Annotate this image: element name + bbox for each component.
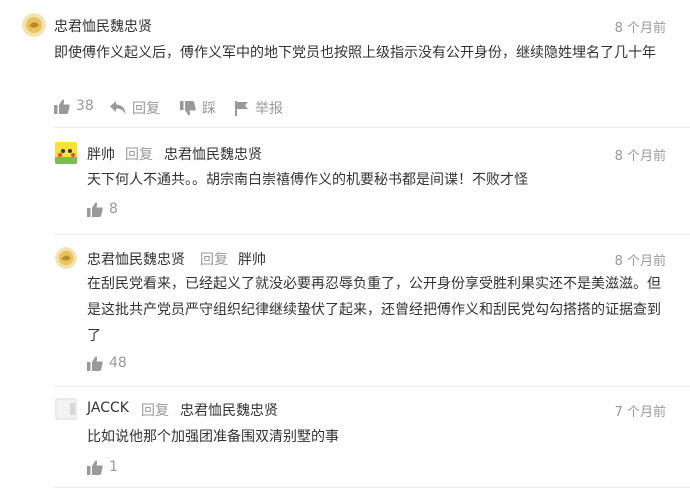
avatar[interactable]: [22, 13, 46, 37]
like-count: 48: [109, 355, 127, 371]
reply-to-username[interactable]: 忠君恤民魏忠贤: [180, 400, 278, 420]
like-button[interactable]: 8: [87, 201, 118, 217]
reply-arrow-icon: [110, 101, 132, 115]
thumbs-down-icon: [180, 100, 202, 116]
reply-text: 比如说他那个加强团准备围双清别墅的事: [87, 429, 339, 445]
reply-username[interactable]: 忠君恤民魏忠贤: [87, 249, 185, 269]
comment-time: 8 个月前: [614, 21, 666, 36]
report-button[interactable]: 举报: [235, 98, 283, 118]
like-button[interactable]: 1: [87, 459, 118, 475]
avatar[interactable]: [55, 398, 77, 420]
reply-text: 天下何人不通共。。胡宗南白崇禧傅作义的机要秘书都是间谍！不败才怪: [87, 172, 528, 188]
reply-label: 回复: [132, 101, 160, 117]
reply-word: 回复: [125, 147, 153, 163]
reply-username[interactable]: 胖帅: [87, 144, 115, 164]
reply-to-username[interactable]: 忠君恤民魏忠贤: [164, 144, 262, 164]
like-count: 1: [109, 459, 118, 475]
dislike-button[interactable]: 踩: [180, 98, 216, 118]
like-button[interactable]: 48: [87, 355, 127, 371]
thumbs-up-icon: [87, 202, 109, 217]
reply-time: 8 个月前: [614, 149, 666, 164]
reply-word: 回复: [200, 252, 228, 268]
flag-icon: [235, 100, 255, 116]
comment-username[interactable]: 忠君恤民魏忠贤: [54, 16, 152, 36]
reply-to-username[interactable]: 胖帅: [238, 249, 266, 269]
reply-button[interactable]: 回复: [110, 98, 160, 118]
like-count: 8: [109, 201, 118, 217]
thumbs-up-icon: [54, 99, 76, 114]
divider: [54, 386, 690, 387]
thumbs-up-icon: [87, 460, 109, 475]
reply-word: 回复: [141, 403, 169, 419]
reply-time: 7 个月前: [614, 405, 666, 420]
like-button[interactable]: 38: [54, 98, 94, 114]
dislike-label: 踩: [202, 101, 216, 117]
divider: [54, 487, 690, 488]
divider: [54, 127, 690, 128]
report-label: 举报: [255, 101, 283, 117]
thumbs-up-icon: [87, 356, 109, 371]
reply-time: 8 个月前: [614, 254, 666, 269]
avatar[interactable]: [55, 142, 77, 164]
reply-username[interactable]: JACCK: [87, 400, 129, 416]
avatar[interactable]: [55, 247, 77, 269]
like-count: 38: [76, 98, 94, 114]
comment-text: 即使傅作义起义后，傅作义军中的地下党员也按照上级指示没有公开身份，继续隐姓埋名了…: [54, 45, 656, 61]
reply-text: 在刮民党看来，已经起义了就没必要再忍辱负重了，公开身份享受胜利果实还不是美滋滋。…: [87, 276, 661, 344]
divider: [54, 234, 690, 235]
